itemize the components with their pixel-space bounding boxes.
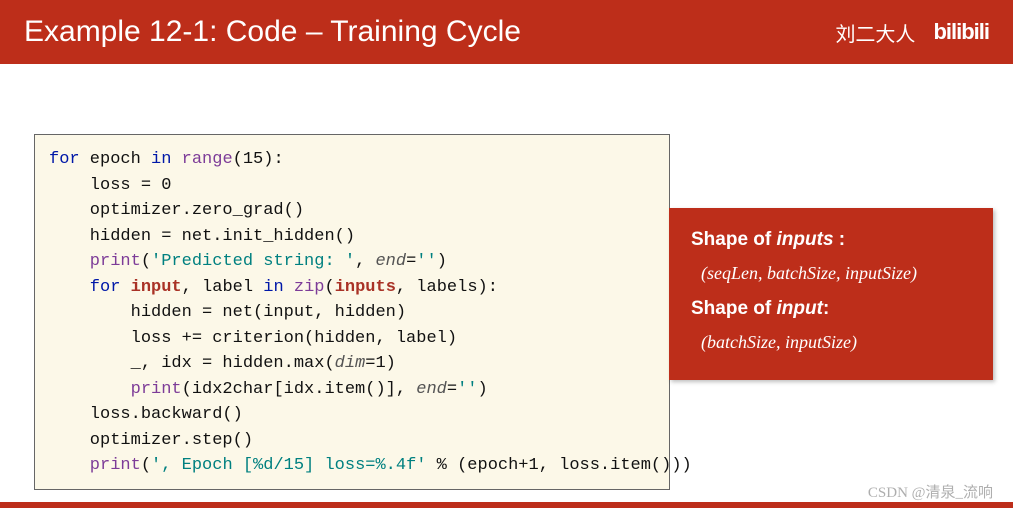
slide-header: Example 12-1: Code – Training Cycle 刘二大人… bbox=[0, 0, 1013, 64]
code-str: '' bbox=[416, 252, 436, 271]
code-text: hidden = net.init_hidden() bbox=[49, 227, 355, 246]
code-arg: end bbox=[416, 380, 447, 399]
code-str: 'Predicted string: ' bbox=[151, 252, 355, 271]
code-text: % (epoch+ bbox=[426, 456, 528, 475]
code-num: 1 bbox=[375, 354, 385, 373]
code-kw: in bbox=[151, 150, 171, 169]
code-text: ) bbox=[477, 380, 487, 399]
code-arg: dim bbox=[335, 354, 366, 373]
callout-em: input bbox=[777, 298, 823, 319]
code-input: input bbox=[131, 278, 182, 297]
code-text: loss = bbox=[49, 176, 161, 195]
header-right: 刘二大人 bilibili bbox=[835, 18, 989, 47]
code-kw: in bbox=[263, 278, 283, 297]
code-text: loss.backward() bbox=[49, 405, 243, 424]
code-text: , label bbox=[182, 278, 264, 297]
code-num: 1 bbox=[529, 456, 539, 475]
callout-heading-inputs: Shape of inputs : bbox=[691, 224, 973, 255]
code-text: , labels): bbox=[396, 278, 498, 297]
code-builtin: range bbox=[171, 150, 232, 169]
callout-shape-inputs: (seqLen, batchSize, inputSize) bbox=[691, 259, 973, 289]
code-kw: for bbox=[49, 278, 120, 297]
code-num: 15 bbox=[243, 150, 263, 169]
callout-text: : bbox=[834, 229, 846, 250]
code-text: = bbox=[365, 354, 375, 373]
callout-shape-input: (batchSize, inputSize) bbox=[691, 328, 973, 358]
shape-callout: Shape of inputs : (seqLen, batchSize, in… bbox=[669, 208, 993, 380]
code-text: optimizer.zero_grad() bbox=[49, 201, 304, 220]
code-print: print bbox=[49, 380, 182, 399]
callout-heading-input: Shape of input: bbox=[691, 293, 973, 324]
code-inputs: inputs bbox=[335, 278, 396, 297]
callout-em: inputs bbox=[777, 229, 834, 250]
code-builtin: zip bbox=[284, 278, 325, 297]
code-str: ', Epoch [%d/15] loss=%.4f' bbox=[151, 456, 426, 475]
callout-text: Shape of bbox=[691, 229, 777, 250]
author-name: 刘二大人 bbox=[835, 18, 915, 47]
code-text: , loss.item())) bbox=[539, 456, 692, 475]
code-text: _, idx = hidden.max( bbox=[49, 354, 335, 373]
code-text: epoch bbox=[80, 150, 151, 169]
code-text: loss += criterion(hidden, label) bbox=[49, 329, 457, 348]
code-print: print bbox=[49, 456, 141, 475]
code-kw: for bbox=[49, 150, 80, 169]
callout-text: : bbox=[823, 298, 829, 319]
code-text: hidden = net(input, hidden) bbox=[49, 303, 406, 322]
code-block: for epoch in range(15): loss = 0 optimiz… bbox=[34, 134, 670, 490]
bottom-accent-line bbox=[0, 502, 1013, 508]
code-num: 0 bbox=[161, 176, 171, 195]
code-text: (idx2char[idx.item()], bbox=[182, 380, 417, 399]
callout-text: Shape of bbox=[691, 298, 777, 319]
code-text: ) bbox=[386, 354, 396, 373]
code-text: optimizer.step() bbox=[49, 431, 253, 450]
watermark: CSDN @清泉_流响 bbox=[868, 481, 993, 502]
bilibili-logo: bilibili bbox=[933, 19, 989, 45]
code-print: print bbox=[49, 252, 141, 271]
code-arg: end bbox=[375, 252, 406, 271]
slide-title: Example 12-1: Code – Training Cycle bbox=[24, 15, 521, 49]
code-str: '' bbox=[457, 380, 477, 399]
